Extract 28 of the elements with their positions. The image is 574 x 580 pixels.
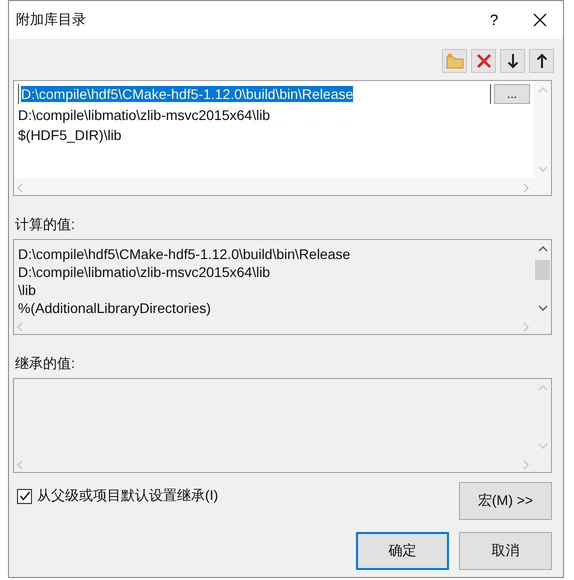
move-down-button[interactable]	[500, 49, 525, 73]
arrow-up-icon	[536, 53, 548, 69]
scroll-thumb[interactable]	[535, 260, 550, 280]
section-label: 计算的值:	[15, 216, 76, 234]
checkmark-icon	[18, 490, 30, 502]
window-title: 附加库目录	[16, 11, 87, 29]
checkbox-box[interactable]	[17, 488, 32, 504]
input-field[interactable]: D:\compile\hdf5\CMake-hdf5-1.12.0\build\bin\Release	[18, 84, 491, 104]
list-item: \lib	[18, 281, 37, 299]
list-item: %(AdditionalLibraryDirectories)	[18, 299, 212, 317]
ok-button[interactable]: 确定	[356, 532, 449, 570]
selected-path-text: D:\compile\hdf5\CMake-hdf5-1.12.0\build\bin\Release	[21, 86, 354, 102]
new-folder-button[interactable]	[442, 49, 467, 73]
cancel-button[interactable]: 取消	[459, 532, 552, 570]
list-item[interactable]: $(HDF5_DIR)\lib	[18, 125, 530, 145]
list-item: D:\compile\hdf5\CMake-hdf5-1.12.0\build\bin\Release	[18, 245, 352, 263]
delete-button[interactable]	[471, 49, 496, 73]
delete-icon	[476, 53, 492, 69]
arrow-down-icon	[506, 53, 518, 69]
help-button[interactable]: ?	[471, 1, 517, 39]
move-up-button[interactable]	[529, 49, 554, 73]
folder-icon	[446, 53, 464, 69]
list-item[interactable]: D:\compile\libmatio\zlib-msvc2015x64\lib	[18, 105, 530, 125]
section-label: 继承的值:	[15, 355, 76, 373]
browse-button[interactable]: ...	[494, 84, 530, 104]
macros-button[interactable]: 宏(M) >>	[459, 482, 552, 520]
close-icon	[533, 13, 547, 27]
list-item: D:\compile\libmatio\zlib-msvc2015x64\lib	[18, 263, 272, 281]
